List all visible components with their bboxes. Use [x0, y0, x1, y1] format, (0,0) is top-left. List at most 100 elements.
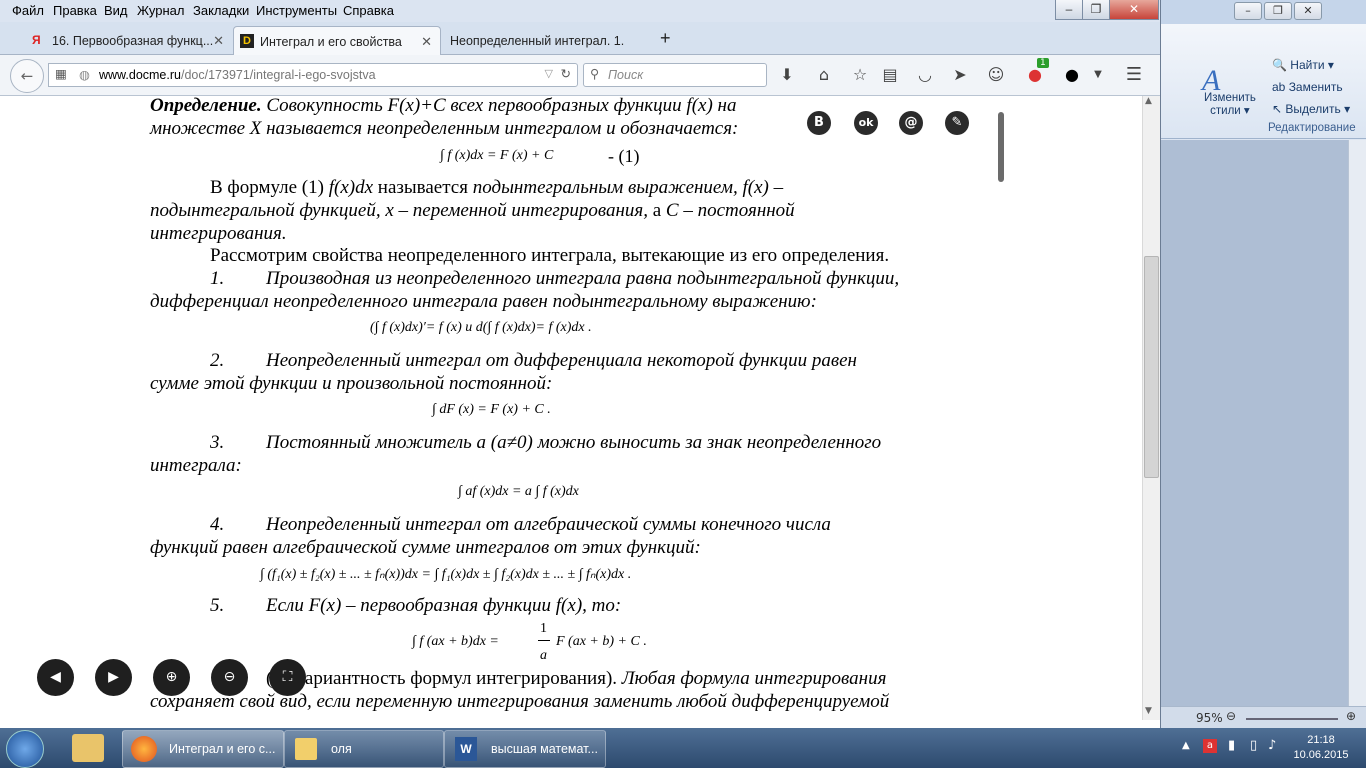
url-bar[interactable]: ▦ ◍ www.docme.ru/doc/173971/integral-i-e…: [48, 63, 578, 87]
dropdown-icon[interactable]: ▼: [1088, 65, 1108, 85]
menu-edit[interactable]: Правка: [53, 3, 97, 18]
close-tab-icon[interactable]: ✕: [213, 33, 224, 49]
word-minimize-button[interactable]: –: [1234, 2, 1262, 20]
replace-button[interactable]: ab Заменить: [1272, 80, 1343, 94]
zoom-in-icon[interactable]: ⊕: [153, 659, 190, 696]
formula-5: ∫ (f₁(x) ± f₂(x) ± ... ± fₙ(x))dx = ∫ f₁…: [260, 567, 632, 582]
email-share-icon[interactable]: @: [899, 111, 923, 135]
menu-tools[interactable]: Инструменты: [256, 3, 337, 18]
find-button[interactable]: 🔍 Найти ▾: [1272, 58, 1334, 72]
property-2-line-2: сумме этой функции и произвольной постоя…: [150, 373, 553, 394]
text: (Инвариантность формул интегрирования).: [266, 668, 618, 689]
bookmarks-list-icon[interactable]: ▤: [880, 65, 900, 85]
tab-integral-active[interactable]: D Интеграл и его свойства ✕: [233, 26, 441, 55]
edit-icon[interactable]: ✎: [945, 111, 969, 135]
record-icon[interactable]: ●: [1062, 65, 1082, 85]
text: Производная из неопределенного интеграла…: [266, 268, 900, 289]
battery-icon[interactable]: ▯: [1250, 738, 1257, 753]
restore-button[interactable]: ❐: [1082, 0, 1110, 20]
antivirus-icon[interactable]: a: [1203, 739, 1217, 753]
vk-share-icon[interactable]: В: [807, 111, 831, 135]
tray-arrow-icon[interactable]: ▲: [1182, 740, 1190, 751]
extension-icon[interactable]: ●: [1025, 65, 1045, 85]
next-page-button[interactable]: ▶: [95, 659, 132, 696]
zoom-out-button[interactable]: ⊖: [1226, 709, 1236, 723]
text: Постоянный множитель a (a≠0) можно вынос…: [266, 432, 882, 453]
browser-scrollbar[interactable]: ▲ ▼: [1142, 96, 1160, 720]
reload-icon[interactable]: ↻: [561, 66, 571, 81]
taskbar-folder[interactable]: оля: [284, 730, 444, 768]
menu-hamburger-icon[interactable]: ☰: [1124, 65, 1144, 85]
property-4-line-2: функций равен алгебраической сумме интег…: [150, 537, 701, 558]
zoom-slider[interactable]: [1246, 718, 1338, 720]
close-window-button[interactable]: ✕: [1109, 0, 1159, 20]
item-number: 5.: [210, 595, 225, 616]
back-button[interactable]: ←: [10, 59, 44, 93]
definition-label: Определение.: [150, 96, 262, 116]
taskbar-label: Интеграл и его с...: [169, 742, 276, 756]
text: Любая формула интегрирования: [617, 668, 887, 689]
tab-pervoobraznaya[interactable]: Я 16. Первообразная функц... ✕: [26, 26, 232, 54]
new-tab-button[interactable]: +: [660, 28, 680, 56]
dropdown-arrow-icon[interactable]: ▽: [545, 67, 553, 80]
zoom-out-icon[interactable]: ⊖: [211, 659, 248, 696]
word-close-button[interactable]: ✕: [1294, 2, 1322, 20]
fullscreen-icon[interactable]: ⛶: [269, 659, 306, 696]
volume-icon[interactable]: ♪: [1268, 738, 1276, 753]
scrollbar-thumb[interactable]: [1144, 256, 1159, 478]
minimize-button[interactable]: –: [1055, 0, 1083, 20]
download-icon[interactable]: ⬇: [777, 65, 797, 85]
bookmark-star-icon[interactable]: ☆: [850, 65, 870, 85]
pocket-icon[interactable]: ◡: [915, 65, 935, 85]
taskbar-word[interactable]: W высшая математ...: [444, 730, 606, 768]
paragraph-line-3: интегрирования.: [150, 223, 287, 244]
url-host: www.docme.ru: [99, 68, 181, 82]
word-restore-button[interactable]: ❐: [1264, 2, 1292, 20]
outlook-icon[interactable]: [72, 734, 104, 762]
formula-6-left: ∫ f (ax + b)dx =: [412, 634, 499, 649]
paragraph-formula-explain: В формуле (1) f(x)dx называется подынтег…: [150, 176, 928, 199]
change-styles-button[interactable]: Изменить стили ▾: [1204, 92, 1256, 118]
tab-neopredelenny[interactable]: Неопределенный интеграл. 1.: [440, 26, 646, 54]
close-tab-icon[interactable]: ✕: [421, 34, 432, 50]
tab-label: Неопределенный интеграл. 1.: [450, 34, 625, 48]
start-button[interactable]: [6, 730, 44, 768]
word-scrollbar[interactable]: [1348, 140, 1366, 706]
select-label: Выделить: [1285, 102, 1341, 116]
system-clock[interactable]: 21:18 10.06.2015: [1286, 733, 1356, 763]
zoom-level: 95%: [1196, 711, 1223, 725]
formula-6-numerator: 1: [540, 621, 547, 636]
word-document-area: [1160, 140, 1348, 706]
menu-view[interactable]: Вид: [104, 3, 128, 18]
menu-help[interactable]: Справка: [343, 3, 394, 18]
zoom-in-button[interactable]: ⊕: [1346, 709, 1356, 723]
formula-2: (∫ f (x)dx)′= f (x) и d(∫ f (x)dx)= f (x…: [370, 320, 592, 335]
network-icon[interactable]: ▮: [1228, 738, 1235, 753]
url-path: /doc/173971/integral-i-ego-svojstva: [180, 68, 376, 82]
send-icon[interactable]: ➤: [950, 65, 970, 85]
select-button[interactable]: ↖ Выделить ▾: [1272, 102, 1350, 116]
globe-icon: ◍: [79, 68, 90, 82]
formula-3: ∫ dF (x) = F (x) + C .: [432, 402, 551, 417]
grid-icon[interactable]: ▦: [55, 66, 67, 81]
text: С – постоянной: [665, 200, 795, 221]
item-number: 1.: [210, 268, 225, 289]
yandex-icon: Я: [32, 33, 41, 47]
tab-label: Интеграл и его свойства: [260, 35, 402, 49]
home-icon[interactable]: ⌂: [814, 65, 834, 85]
replace-label: Заменить: [1288, 80, 1343, 94]
menu-bar: Файл Правка Вид Журнал Закладки Инструме…: [0, 0, 1160, 22]
odnoklassniki-share-icon[interactable]: ok: [854, 111, 878, 135]
menu-bookmarks[interactable]: Закладки: [193, 3, 249, 18]
menu-file[interactable]: Файл: [12, 3, 44, 18]
word-ribbon: A Изменить стили ▾ 🔍 Найти ▾ ab Заменить…: [1160, 24, 1366, 139]
menu-history[interactable]: Журнал: [137, 3, 184, 18]
search-input[interactable]: ⚲ Поиск: [583, 63, 767, 87]
editing-group-label: Редактирование: [1268, 122, 1356, 134]
previous-page-button[interactable]: ◀: [37, 659, 74, 696]
taskbar-firefox[interactable]: Интеграл и его с...: [122, 730, 284, 768]
scroll-down-icon[interactable]: ▼: [1145, 706, 1152, 716]
scroll-up-icon[interactable]: ▲: [1145, 96, 1152, 106]
chat-icon[interactable]: ☺: [986, 65, 1006, 85]
document-scroll-thumb[interactable]: [998, 112, 1004, 182]
